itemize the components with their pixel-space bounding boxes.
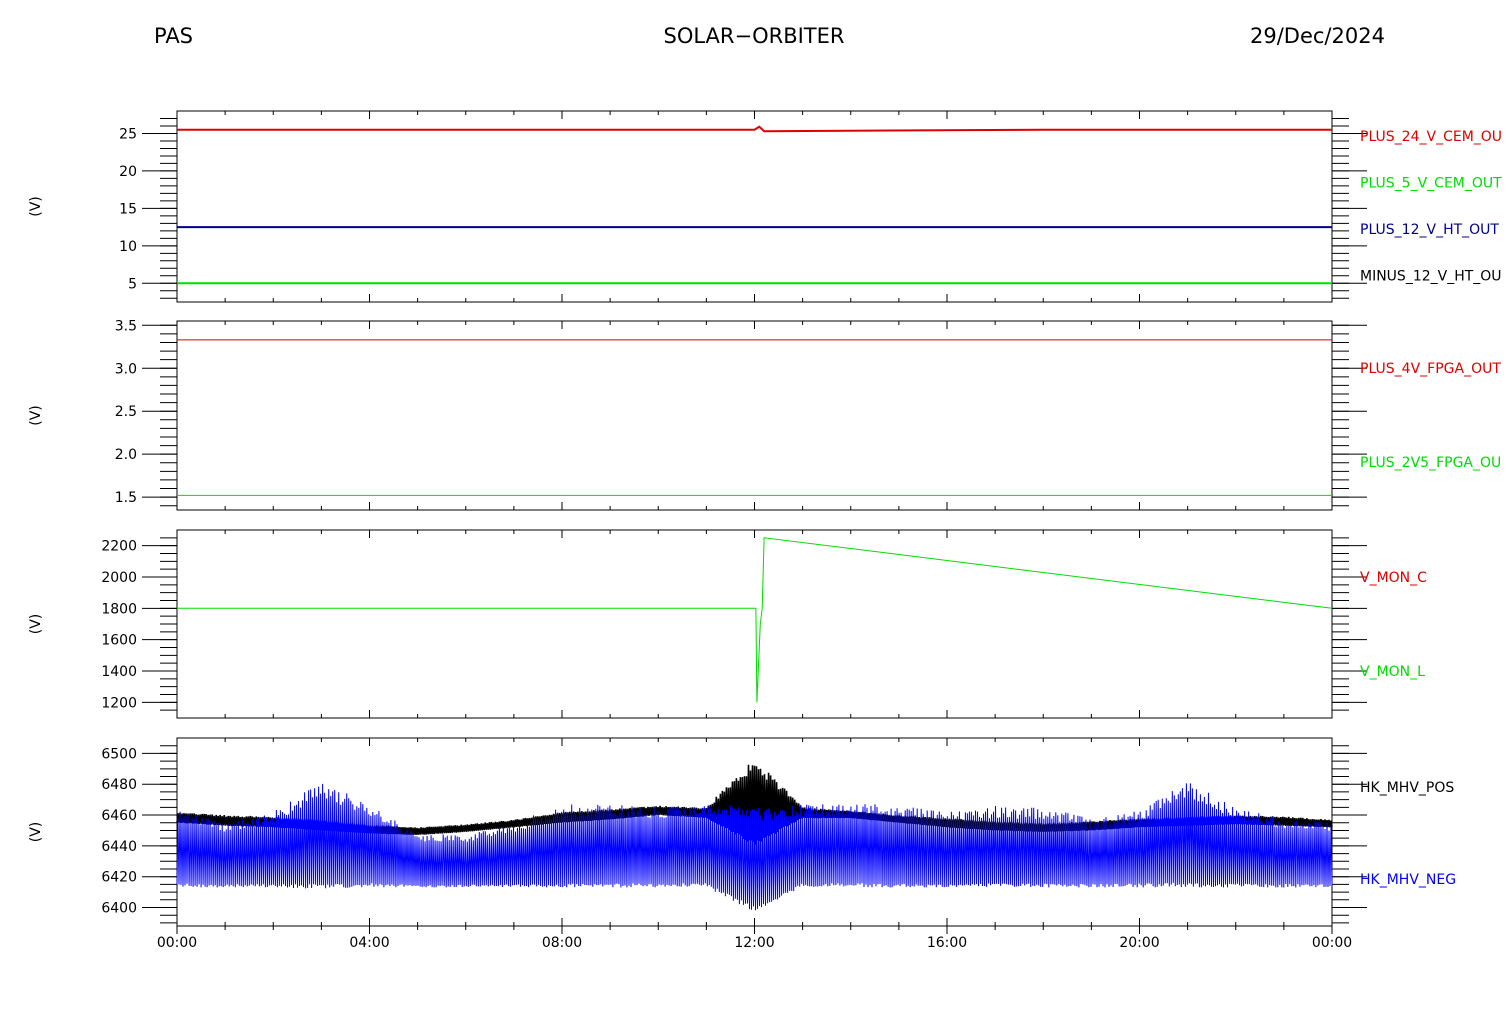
plot-frame-2	[176, 320, 1333, 511]
x-tick-label: 00:00	[157, 935, 197, 951]
y-tick-label: 1.5	[115, 490, 137, 506]
plot-frame-1	[176, 110, 1333, 303]
legend-entry: HK_MHV_NEG	[1360, 872, 1456, 888]
x-tick-label: 20:00	[1119, 935, 1159, 951]
legend-entry: V_MON_L	[1360, 664, 1425, 680]
y-tick-label: 5	[128, 276, 137, 292]
y-tick-label: 6500	[101, 746, 137, 762]
x-tick-label: 08:00	[542, 935, 582, 951]
legend-entry: PLUS_12_V_HT_OUT	[1360, 222, 1499, 238]
y-tick-label: 20	[119, 164, 137, 180]
y-tick-label: 6480	[101, 777, 137, 793]
y-tick-label: 1600	[101, 633, 137, 649]
x-tick-label: 04:00	[349, 935, 389, 951]
legend-entry: PLUS_4V_FPGA_OUT	[1360, 361, 1501, 377]
y-tick-label: 2000	[101, 570, 137, 586]
plot-frame-3	[176, 529, 1333, 719]
series-line	[177, 537, 1333, 703]
y-tick-label: 10	[119, 239, 137, 255]
y-tick-label: 3.0	[115, 361, 137, 377]
legend-entry: MINUS_12_V_HT_OU	[1360, 269, 1502, 285]
y-axis-label: (V)	[28, 405, 44, 426]
y-axis-label: (V)	[28, 196, 44, 217]
y-tick-label: 6460	[101, 808, 137, 824]
y-tick-label: 6420	[101, 870, 137, 886]
legend-entry: HK_MHV_POS	[1360, 780, 1454, 796]
y-axis-label: (V)	[28, 614, 44, 635]
y-tick-label: 15	[119, 201, 137, 217]
y-tick-label: 3.5	[115, 318, 137, 334]
y-tick-label: 1800	[101, 601, 137, 617]
legend-entry: PLUS_5_V_CEM_OUT	[1360, 176, 1502, 192]
y-tick-label: 6440	[101, 839, 137, 855]
legend-entry: PLUS_24_V_CEM_OU	[1360, 129, 1502, 145]
series-line	[177, 125, 1332, 133]
legend-entry: V_MON_C	[1360, 570, 1427, 586]
y-tick-label: 6400	[101, 901, 137, 917]
y-axis-label: (V)	[28, 822, 44, 843]
housekeeping-plots: 5 10 15 20 25 (V) PLUS_24_V_CEM_OU PLUS_5_V_CEM…	[28, 110, 1502, 951]
y-tick-label: 1400	[101, 664, 137, 680]
y-tick-label: 2.0	[115, 447, 137, 463]
y-tick-label: 2.5	[115, 404, 137, 420]
x-tick-label: 12:00	[734, 935, 774, 951]
y-tick-label: 25	[119, 126, 137, 142]
y-tick-label: 2200	[101, 539, 137, 555]
x-tick-label: 00:00	[1312, 935, 1352, 951]
y-tick-label: 1200	[101, 695, 137, 711]
legend-entry: PLUS_2V5_FPGA_OU	[1360, 455, 1501, 471]
x-tick-label: 16:00	[927, 935, 967, 951]
